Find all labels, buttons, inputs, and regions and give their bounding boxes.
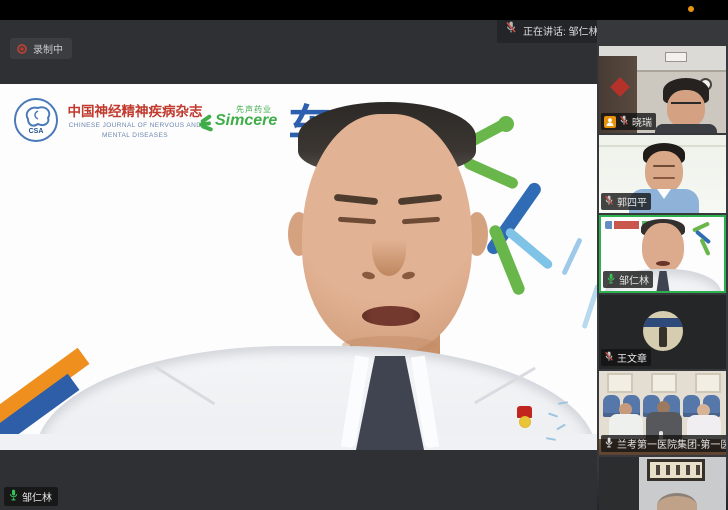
participant-name-label: 晓瑞 <box>601 113 656 130</box>
status-dot-icon <box>688 6 694 12</box>
recording-label: 录制中 <box>33 41 63 56</box>
journal-title-en-2: MENTAL DISEASES <box>66 132 204 140</box>
participant-name: 晓瑞 <box>632 114 652 129</box>
ceiling-vent <box>665 52 687 62</box>
mini-backdrop-art <box>690 223 716 257</box>
speaking-banner: 正在讲话: 邹仁林; <box>497 20 597 43</box>
mic-muted-icon <box>604 351 614 365</box>
avatar <box>643 311 683 351</box>
main-speaker-name: 邹仁林 <box>22 489 52 504</box>
simcere-en: Simcere <box>215 112 277 130</box>
journal-title-en-1: CHINESE JOURNAL OF NERVOUS AND <box>66 122 204 130</box>
mic-muted-icon <box>505 21 517 39</box>
main-speaker-name-label: 邹仁林 <box>4 487 58 506</box>
participant-name-label: 王文章 <box>601 349 651 366</box>
wall-calligraphy-frame <box>647 459 705 481</box>
csa-journal-logo: CSA <box>14 98 58 142</box>
participant-name: 王文章 <box>617 350 647 365</box>
main-stage: 录制中 CSA 中国神经精神疾病杂志 CHINESE JOURNAL OF NE… <box>0 20 597 510</box>
eyeglasses <box>671 102 701 109</box>
record-icon <box>17 44 27 54</box>
simcere-hand-icon <box>198 116 214 130</box>
speaking-banner-text: 正在讲话: 邹仁林; <box>523 23 597 38</box>
member-badge-icon <box>604 116 616 128</box>
participant-name-label: 兰考第一医院集团-第一医院 <box>601 435 726 452</box>
participant-tile-1[interactable]: 晓瑞 <box>599 46 726 133</box>
main-speaker-video[interactable]: CSA 中国神经精神疾病杂志 CHINESE JOURNAL OF NERVOU… <box>0 84 597 450</box>
top-black-strip <box>0 0 728 20</box>
participant-tile-6[interactable] <box>599 457 726 510</box>
participant-name: 兰考第一医院集团-第一医院 <box>617 436 726 451</box>
meeting-window: 录制中 CSA 中国神经精神疾病杂志 CHINESE JOURNAL OF NE… <box>0 20 728 510</box>
participant-name: 郭四平 <box>617 194 647 209</box>
participant-name: 邹仁林 <box>619 272 649 287</box>
participant-tile-4[interactable]: 王文章 <box>599 295 726 369</box>
participants-sidebar: 晓瑞 <box>597 20 728 510</box>
journal-wordmark: 中国神经精神疾病杂志 CHINESE JOURNAL OF NERVOUS AN… <box>66 100 204 140</box>
simcere-logo: 先声药业 Simcere <box>198 104 288 138</box>
mic-muted-icon <box>619 115 629 129</box>
mic-on-icon <box>8 489 19 504</box>
recording-badge[interactable]: 录制中 <box>10 38 72 59</box>
screen: 录制中 CSA 中国神经精神疾病杂志 CHINESE JOURNAL OF NE… <box>0 0 728 510</box>
csa-text: CSA <box>16 128 56 135</box>
participant-tile-3-active-speaker[interactable]: 邹仁林 <box>599 215 726 293</box>
speaker-mouth <box>362 306 420 326</box>
mic-muted-icon <box>604 195 614 209</box>
participant-tile-5[interactable]: 兰考第一医院集团-第一医院 <box>599 371 726 455</box>
participant-name-label: 邹仁林 <box>603 271 653 288</box>
participant-tile-2[interactable]: 郭四平 <box>599 135 726 213</box>
mic-on-icon <box>604 437 614 451</box>
journal-title-cn: 中国神经精神疾病杂志 <box>66 100 204 120</box>
participant-name-label: 郭四平 <box>601 193 651 210</box>
mic-on-icon <box>606 273 616 287</box>
